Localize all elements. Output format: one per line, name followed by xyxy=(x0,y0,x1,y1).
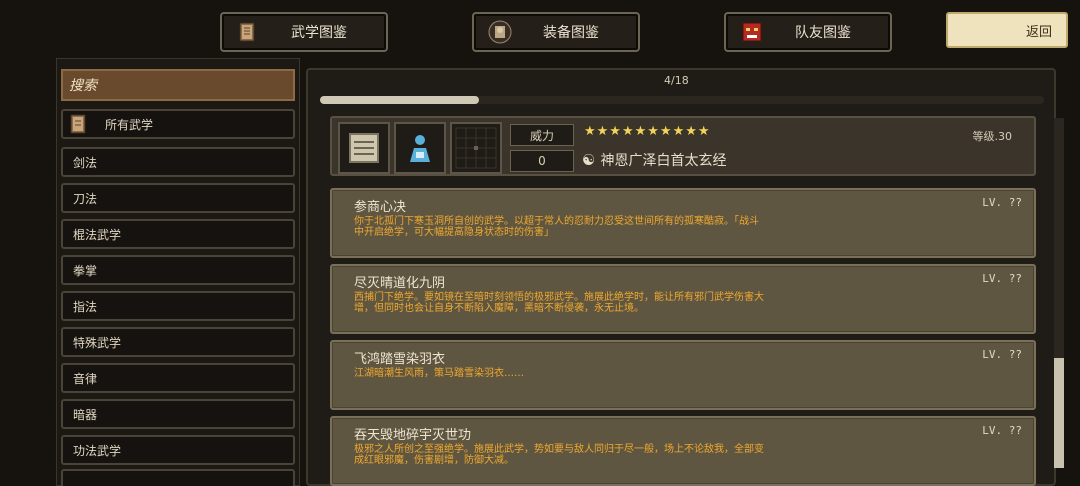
category-finger[interactable]: 指法 xyxy=(61,291,295,321)
skill-title: 吞天毁地碎宇灭世功 xyxy=(354,428,472,443)
tab-label: 武学图鉴 xyxy=(291,25,347,41)
category-internal[interactable]: 功法武学 xyxy=(61,435,295,465)
tab-martial-arts[interactable]: 武学图鉴 xyxy=(220,12,388,52)
skill-description: 西捕门下绝学。要如镜在至暗时刻领悟的极邪武学。施展此绝学时，能让所有邪门武学伤害… xyxy=(354,292,764,314)
skill-card[interactable]: 尽灭晴道化九阴 LV. ?? 西捕门下绝学。要如镜在至暗时刻领悟的极邪武学。施展… xyxy=(330,264,1036,334)
scrollbar-thumb[interactable] xyxy=(1054,358,1064,468)
search-input[interactable]: 搜索 xyxy=(61,69,295,101)
demon-mask-icon xyxy=(738,18,766,46)
skill-title: 参商心决 xyxy=(354,200,407,215)
skill-description: 江湖暗潮生风雨，策马踏雪染羽衣…… xyxy=(354,368,524,379)
category-fist[interactable]: 拳掌 xyxy=(61,255,295,285)
skill-description: 你于北孤门下寒玉洞所自创的武学。以超于常人的忍耐力忍受这世间所有的孤寒酷寂。「战… xyxy=(354,216,759,238)
category-blade[interactable]: 刀法 xyxy=(61,183,295,213)
tab-equipment[interactable]: 装备图鉴 xyxy=(472,12,640,52)
skill-level-badge: LV. ?? xyxy=(982,196,1022,209)
skill-title: 飞鸿踏雪染羽衣 xyxy=(354,352,446,367)
progress-fill xyxy=(320,96,480,104)
skill-level-badge: LV. ?? xyxy=(982,272,1022,285)
power-stars: ★★★★★★★★★★ xyxy=(584,124,711,139)
manual-slot[interactable] xyxy=(338,122,390,174)
skill-description: 极邪之人所创之至强绝学。施展此武学，势如要与敌人同归于尽一般，场上不论敌我，全部… xyxy=(354,444,764,466)
selected-skill-header: 威力 0 ★★★★★★★★★★ 等级.30 ☯ 神恩广泽白首太玄经 xyxy=(330,116,1036,176)
tab-companions[interactable]: 队友图鉴 xyxy=(724,12,892,52)
progress-bar xyxy=(320,96,1044,104)
selected-skill-name: ☯ 神恩广泽白首太玄经 xyxy=(582,150,726,170)
category-partial[interactable] xyxy=(61,469,295,486)
back-button[interactable]: 返回 xyxy=(946,12,1068,48)
skill-level: 等级.30 xyxy=(972,130,1013,143)
skill-level-badge: LV. ?? xyxy=(982,348,1022,361)
scroll-icon xyxy=(349,133,379,163)
category-special[interactable]: 特殊武学 xyxy=(61,327,295,357)
skill-card[interactable]: 飞鸿踏雪染羽衣 LV. ?? 江湖暗潮生风雨，策马踏雪染羽衣…… xyxy=(330,340,1036,410)
armor-icon xyxy=(486,18,514,46)
category-sword[interactable]: 剑法 xyxy=(61,147,295,177)
skill-card[interactable]: 吞天毁地碎宇灭世功 LV. ?? 极邪之人所创之至强绝学。施展此武学，势如要与敌… xyxy=(330,416,1036,486)
category-label: 所有武学 xyxy=(105,117,154,132)
scrollbar[interactable] xyxy=(1054,118,1064,468)
skill-name-text: 神恩广泽白首太玄经 xyxy=(600,153,727,169)
tab-label: 队友图鉴 xyxy=(795,25,851,41)
tab-label: 装备图鉴 xyxy=(543,25,599,41)
scroll-book-icon xyxy=(234,18,262,46)
character-slot[interactable] xyxy=(394,122,446,174)
skill-card[interactable]: 参商心决 LV. ?? 你于北孤门下寒玉洞所自创的武学。以超于常人的忍耐力忍受这… xyxy=(330,188,1036,258)
category-sidebar: 搜索 所有武学 剑法 刀法 棍法武学 拳掌 指法 特殊武学 音律 暗器 功法武学 xyxy=(56,58,300,486)
skill-title: 尽灭晴道化九阴 xyxy=(354,276,446,291)
skill-level-badge: LV. ?? xyxy=(982,424,1022,437)
category-staff[interactable]: 棍法武学 xyxy=(61,219,295,249)
empty-slot[interactable] xyxy=(450,122,502,174)
grid-icon xyxy=(455,127,497,169)
scroll-book-icon xyxy=(67,112,91,136)
page-counter: 4/18 xyxy=(664,74,689,87)
category-music[interactable]: 音律 xyxy=(61,363,295,393)
yin-yang-icon: ☯ xyxy=(582,151,596,169)
power-label: 威力 xyxy=(510,124,574,146)
category-hidden-weapon[interactable]: 暗器 xyxy=(61,399,295,429)
power-value: 0 xyxy=(510,150,574,172)
monk-figure-icon xyxy=(410,135,430,162)
category-all[interactable]: 所有武学 xyxy=(61,109,295,139)
